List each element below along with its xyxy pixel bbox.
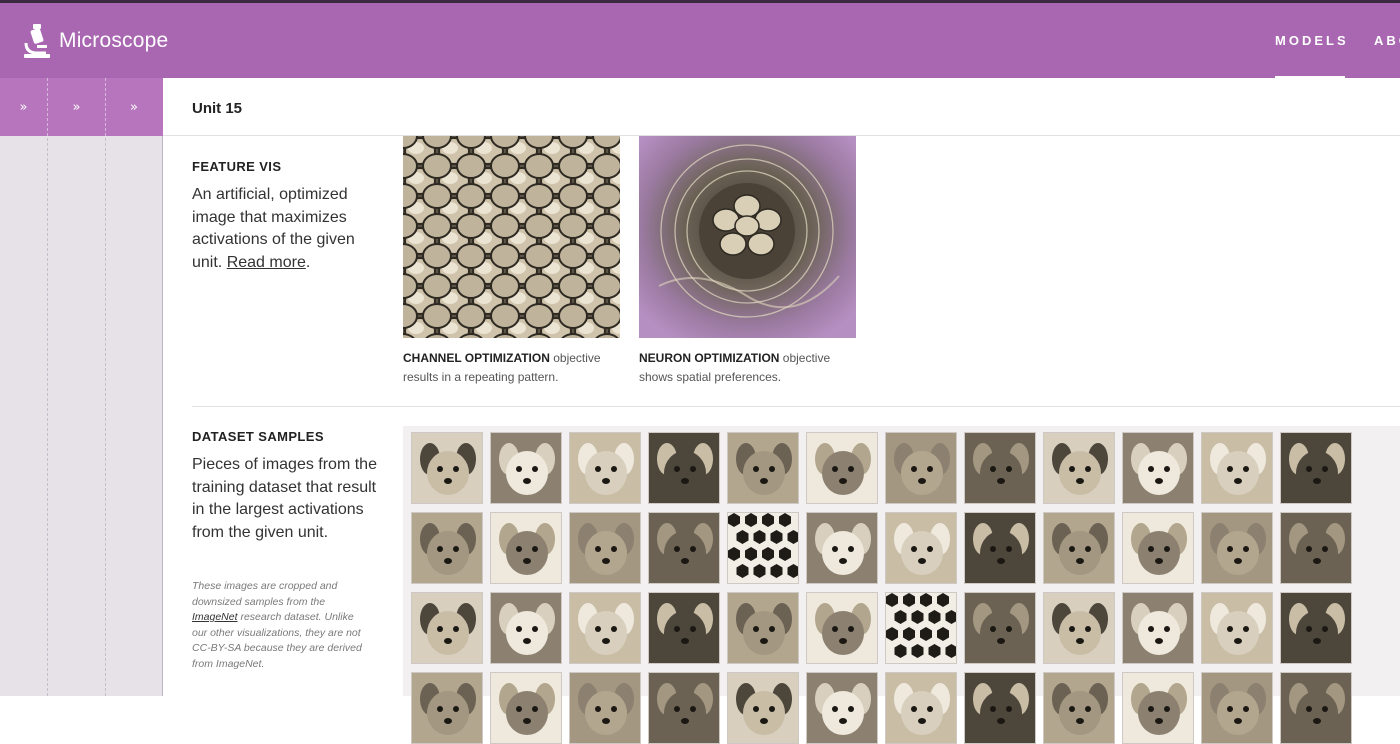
dataset-sample-thumbnail[interactable]: [648, 672, 720, 744]
dataset-sample-thumbnail[interactable]: [411, 432, 483, 504]
dataset-sample-thumbnail[interactable]: [885, 592, 957, 664]
dataset-sample-thumbnail[interactable]: [1122, 592, 1194, 664]
dataset-sample-thumbnail[interactable]: [1122, 432, 1194, 504]
unit-detail-panel: Unit 15 FEATURE VIS An artificial, optim…: [163, 78, 1400, 744]
dataset-sample-thumbnail[interactable]: [727, 672, 799, 744]
nav-models-link[interactable]: MODELS: [1275, 33, 1349, 48]
dataset-sample-thumbnail[interactable]: [648, 592, 720, 664]
dataset-samples-grid: [403, 426, 1400, 744]
dataset-sample-thumbnail[interactable]: [885, 432, 957, 504]
collapsed-panel-3: [106, 78, 163, 696]
dataset-sample-thumbnail[interactable]: [490, 432, 562, 504]
collapsed-panel-2: [48, 78, 106, 696]
dataset-sample-thumbnail[interactable]: [964, 672, 1036, 744]
dataset-sample-thumbnail[interactable]: [1280, 592, 1352, 664]
dataset-sample-thumbnail[interactable]: [411, 512, 483, 584]
dataset-sample-thumbnail[interactable]: [648, 512, 720, 584]
dataset-sample-thumbnail[interactable]: [490, 512, 562, 584]
collapsed-panel-1: [0, 78, 48, 696]
dataset-sample-thumbnail[interactable]: [1043, 512, 1115, 584]
feature-vis-description: An artificial, optimized image that maxi…: [192, 184, 377, 274]
dataset-sample-thumbnail[interactable]: [806, 512, 878, 584]
brand-title[interactable]: Microscope: [59, 29, 168, 53]
dataset-sample-thumbnail[interactable]: [806, 432, 878, 504]
dataset-sample-thumbnail[interactable]: [1122, 672, 1194, 744]
dataset-sample-thumbnail[interactable]: [964, 512, 1036, 584]
expand-panel-button[interactable]: »: [106, 78, 162, 136]
dataset-samples-description: Pieces of images from the training datas…: [192, 456, 377, 541]
nav-about-link[interactable]: ABO: [1374, 33, 1400, 48]
dataset-sample-thumbnail[interactable]: [727, 592, 799, 664]
dataset-sample-thumbnail[interactable]: [1122, 512, 1194, 584]
dataset-sample-thumbnail[interactable]: [727, 512, 799, 584]
dataset-sample-thumbnail[interactable]: [727, 432, 799, 504]
dataset-sample-thumbnail[interactable]: [806, 672, 878, 744]
divider: [192, 406, 1400, 407]
dataset-sample-thumbnail[interactable]: [964, 592, 1036, 664]
dataset-sample-thumbnail[interactable]: [1201, 512, 1273, 584]
caption-bold: NEURON OPTIMIZATION: [639, 351, 780, 365]
channel-optimization-image[interactable]: [403, 136, 620, 338]
neuron-optimization-image[interactable]: [639, 136, 856, 338]
dataset-sample-thumbnail[interactable]: [806, 592, 878, 664]
dataset-sample-thumbnail[interactable]: [1201, 432, 1273, 504]
dataset-sample-thumbnail[interactable]: [1280, 672, 1352, 744]
dataset-sample-thumbnail[interactable]: [411, 592, 483, 664]
imagenet-link[interactable]: ImageNet: [192, 611, 238, 623]
dataset-sample-thumbnail[interactable]: [569, 672, 641, 744]
dataset-sample-thumbnail[interactable]: [569, 432, 641, 504]
expand-panel-button[interactable]: »: [0, 78, 47, 136]
top-nav-bar: Microscope MODELS ABO: [0, 0, 1400, 79]
dataset-sample-thumbnail[interactable]: [885, 672, 957, 744]
dataset-sample-thumbnail[interactable]: [1043, 432, 1115, 504]
dataset-sample-thumbnail[interactable]: [964, 432, 1036, 504]
dataset-sample-thumbnail[interactable]: [1280, 512, 1352, 584]
dataset-sample-thumbnail[interactable]: [1043, 592, 1115, 664]
dataset-note: These images are cropped and downsized s…: [192, 579, 370, 673]
expand-panel-button[interactable]: »: [48, 78, 105, 136]
dataset-sample-thumbnail[interactable]: [569, 512, 641, 584]
dataset-sample-thumbnail[interactable]: [569, 592, 641, 664]
feature-vis-heading: FEATURE VIS: [192, 159, 282, 174]
dataset-sample-thumbnail[interactable]: [490, 672, 562, 744]
microscope-icon[interactable]: [20, 23, 52, 59]
dataset-sample-thumbnail[interactable]: [648, 432, 720, 504]
dataset-sample-thumbnail[interactable]: [885, 512, 957, 584]
dataset-sample-thumbnail[interactable]: [490, 592, 562, 664]
dataset-sample-thumbnail[interactable]: [1280, 432, 1352, 504]
dataset-samples-heading: DATASET SAMPLES: [192, 429, 324, 444]
period: .: [305, 253, 311, 271]
dataset-sample-thumbnail[interactable]: [1201, 592, 1273, 664]
note-text: These images are cropped and downsized s…: [192, 580, 338, 608]
dataset-sample-thumbnail[interactable]: [1201, 672, 1273, 744]
read-more-link[interactable]: Read more: [227, 254, 306, 271]
unit-title: Unit 15: [192, 100, 243, 117]
channel-optimization-caption: CHANNEL OPTIMIZATION objective results i…: [403, 349, 623, 387]
dataset-sample-thumbnail[interactable]: [1043, 672, 1115, 744]
neuron-optimization-caption: NEURON OPTIMIZATION objective shows spat…: [639, 349, 859, 387]
caption-bold: CHANNEL OPTIMIZATION: [403, 351, 550, 365]
dataset-sample-thumbnail[interactable]: [411, 672, 483, 744]
